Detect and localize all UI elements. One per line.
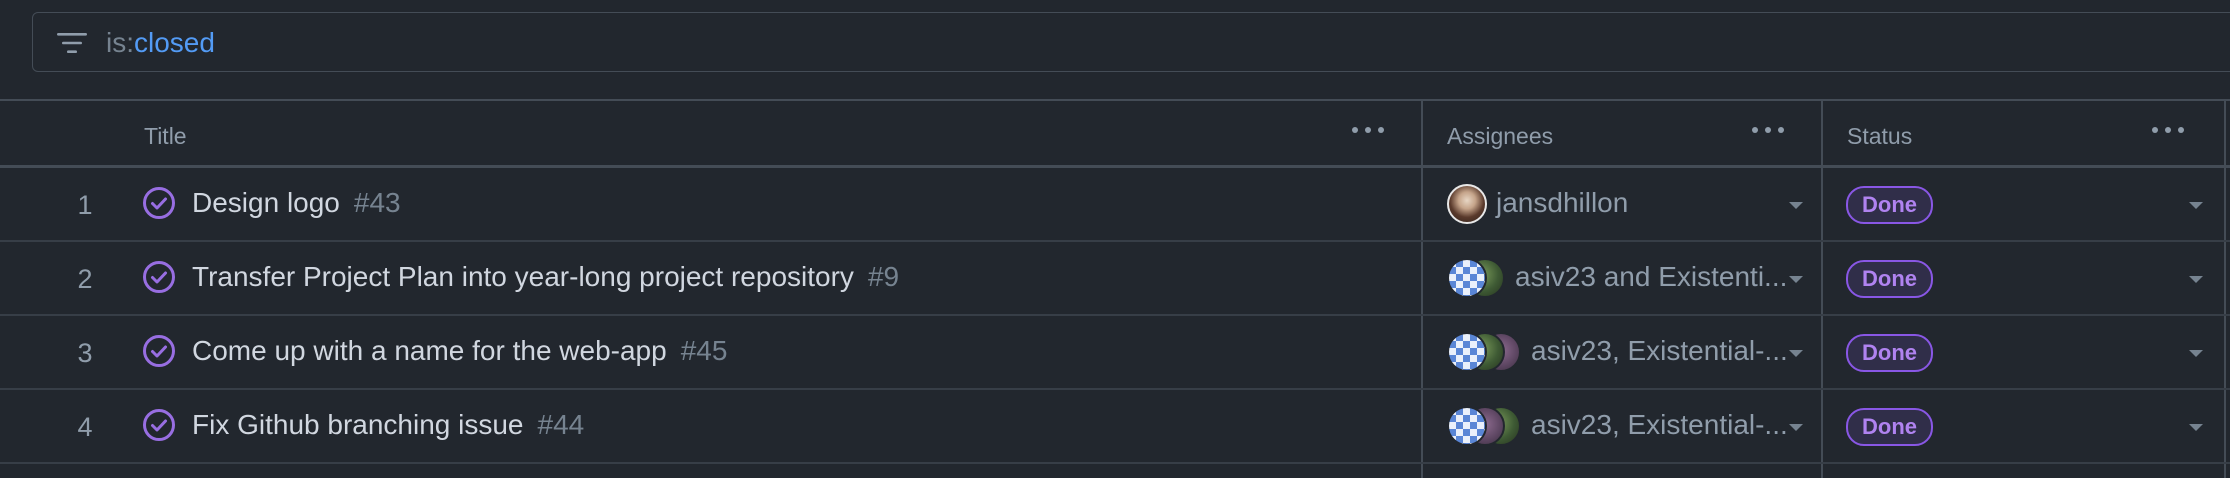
row-number: 3: [77, 338, 93, 368]
status-badge[interactable]: Done: [1846, 260, 1933, 298]
closed-issue-icon: [143, 409, 175, 441]
column-header-status[interactable]: Status: [1847, 123, 1912, 149]
assignees-text[interactable]: asiv23, Existential-...: [1531, 409, 1788, 441]
table-header: Title Assignees Status: [0, 101, 2230, 168]
avatar[interactable]: [1447, 332, 1487, 372]
project-table-view: is:closed Title Assignees Status 1 Desig…: [0, 0, 2230, 478]
assignees-text[interactable]: jansdhillon: [1496, 187, 1628, 219]
chevron-down-icon[interactable]: [1788, 275, 1804, 285]
closed-issue-icon: [143, 335, 175, 367]
issue-number: #9: [867, 261, 900, 292]
item-title-link[interactable]: Fix Github branching issue #44: [192, 409, 584, 441]
chevron-down-icon[interactable]: [2188, 201, 2204, 211]
status-badge[interactable]: Done: [1846, 334, 1933, 372]
assignees-text[interactable]: asiv23 and Existenti...: [1515, 261, 1787, 293]
item-title-link[interactable]: Come up with a name for the web-app #45: [192, 335, 727, 367]
table-row[interactable]: 3 Come up with a name for the web-app #45…: [0, 316, 2230, 390]
item-title[interactable]: Transfer Project Plan into year-long pro…: [192, 261, 854, 292]
row-number: 2: [77, 264, 93, 294]
filter-key: is:: [106, 27, 134, 58]
chevron-down-icon[interactable]: [2188, 275, 2204, 285]
assignees-text[interactable]: asiv23, Existential-...: [1531, 335, 1788, 367]
items-table: Title Assignees Status 1 Design logo #43: [0, 99, 2230, 478]
assignees-column-menu-icon[interactable]: [1752, 123, 1786, 137]
title-column-menu-icon[interactable]: [1352, 123, 1386, 137]
closed-issue-icon: [143, 187, 175, 219]
status-column-menu-icon[interactable]: [2152, 123, 2186, 137]
filter-query[interactable]: is:closed: [106, 27, 215, 59]
status-badge[interactable]: Done: [1846, 408, 1933, 446]
issue-number: #44: [537, 409, 585, 440]
chevron-down-icon[interactable]: [1788, 349, 1804, 359]
closed-issue-icon: [143, 261, 175, 293]
item-title[interactable]: Design logo: [192, 187, 340, 218]
chevron-down-icon[interactable]: [2188, 423, 2204, 433]
row-number: 4: [77, 412, 93, 442]
avatar[interactable]: [1447, 184, 1487, 224]
table-row[interactable]: 1 Design logo #43 jansdhillon Done: [0, 168, 2230, 242]
filter-value: closed: [134, 27, 215, 58]
column-header-assignees[interactable]: Assignees: [1447, 123, 1553, 149]
avatar[interactable]: [1447, 406, 1487, 446]
chevron-down-icon[interactable]: [2188, 349, 2204, 359]
table-row[interactable]: 2 Transfer Project Plan into year-long p…: [0, 242, 2230, 316]
avatar[interactable]: [1447, 258, 1487, 298]
status-badge[interactable]: Done: [1846, 186, 1933, 224]
row-number: 1: [77, 190, 93, 220]
column-header-title[interactable]: Title: [144, 123, 187, 149]
item-title[interactable]: Fix Github branching issue: [192, 409, 524, 440]
item-title-link[interactable]: Transfer Project Plan into year-long pro…: [192, 261, 899, 293]
item-title[interactable]: Come up with a name for the web-app: [192, 335, 667, 366]
issue-number: #45: [680, 335, 728, 366]
chevron-down-icon[interactable]: [1788, 201, 1804, 211]
filter-icon: [57, 33, 87, 53]
filter-bar[interactable]: is:closed: [32, 12, 2230, 72]
item-title-link[interactable]: Design logo #43: [192, 187, 401, 219]
issue-number: #43: [353, 187, 401, 218]
table-row[interactable]: 4 Fix Github branching issue #44 asiv23, …: [0, 390, 2230, 464]
chevron-down-icon[interactable]: [1788, 423, 1804, 433]
